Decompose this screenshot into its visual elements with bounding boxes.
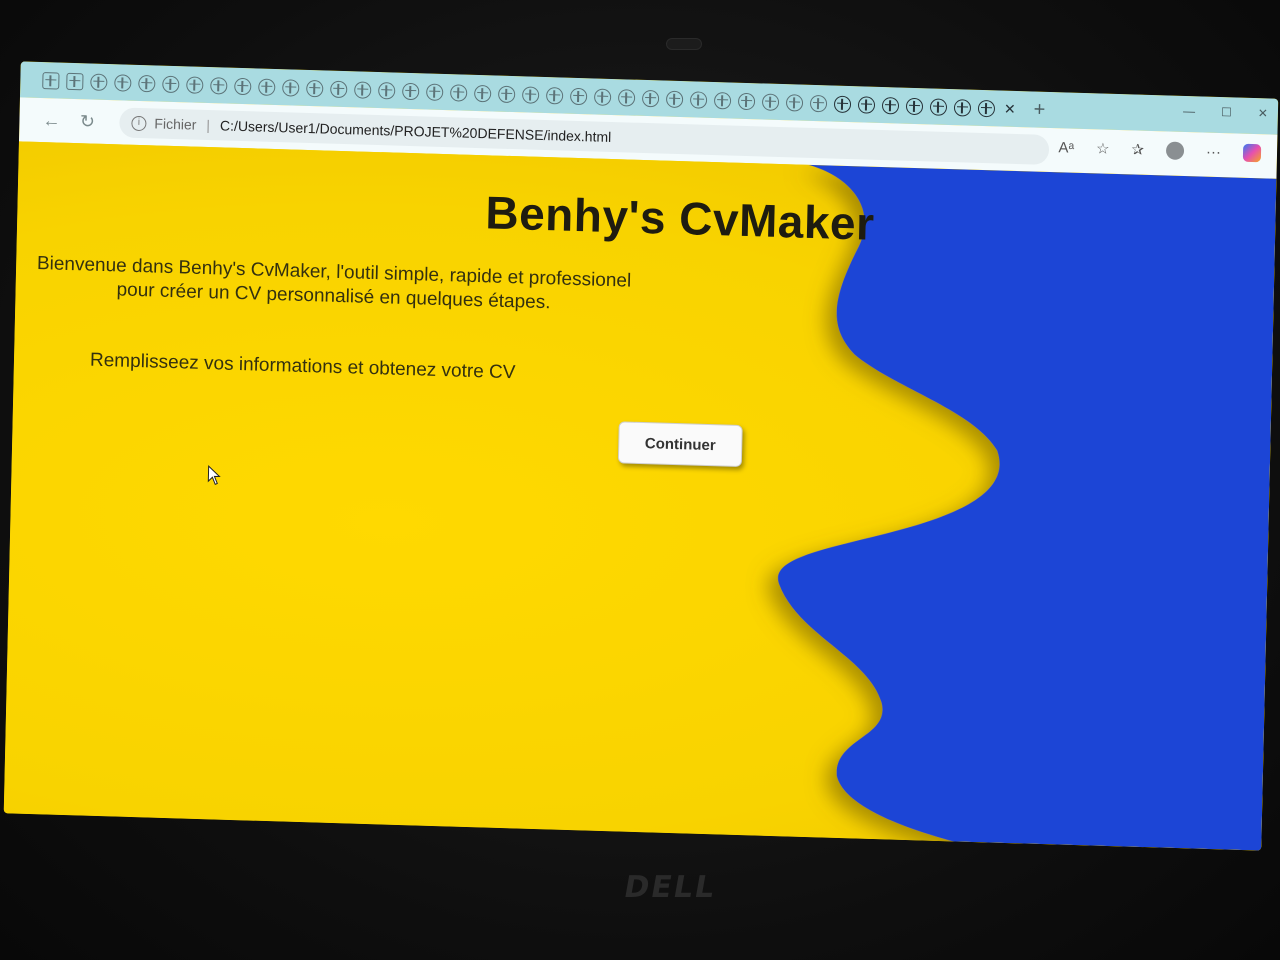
tab-favicon-icon[interactable] bbox=[450, 83, 468, 102]
url-text[interactable]: C:/Users/User1/Documents/PROJET%20DEFENS… bbox=[220, 117, 612, 145]
tab-favicon-icon[interactable] bbox=[809, 94, 828, 112]
tab-favicon-icon[interactable] bbox=[497, 85, 516, 103]
new-tab-icon[interactable]: + bbox=[1033, 98, 1045, 121]
copilot-icon[interactable] bbox=[1242, 143, 1262, 163]
tab-favicon-icon[interactable] bbox=[186, 75, 204, 94]
tab-favicon-icon[interactable] bbox=[713, 91, 732, 110]
tab-favicon-icon[interactable] bbox=[330, 80, 348, 98]
tab-favicon-icon[interactable] bbox=[378, 81, 396, 100]
tab-favicon-icon[interactable] bbox=[234, 77, 252, 95]
dell-logo: DELL bbox=[621, 870, 719, 905]
tab-favicon-icon[interactable] bbox=[114, 73, 132, 92]
web-page: Benhy's CvMaker Bienvenue dans Benhy's C… bbox=[3, 141, 1277, 851]
tab-favicon-icon[interactable] bbox=[977, 99, 996, 117]
tab-favicon-icon[interactable] bbox=[258, 77, 276, 96]
tab-favicon-icon[interactable] bbox=[737, 92, 756, 110]
tab-favicon-icon[interactable] bbox=[402, 82, 420, 100]
url-scheme-label: Fichier bbox=[154, 115, 197, 133]
tab-favicon-icon[interactable] bbox=[545, 86, 564, 105]
tab-actions-icon[interactable] bbox=[66, 72, 84, 90]
tab-favicon-icon[interactable] bbox=[426, 82, 444, 101]
tab-favicon-icon[interactable] bbox=[306, 79, 324, 97]
url-separator: | bbox=[206, 116, 211, 134]
favorites-icon[interactable]: ✰ bbox=[1131, 140, 1144, 158]
favorite-star-icon[interactable]: ☆ bbox=[1096, 139, 1110, 157]
tab-favicon-icon[interactable] bbox=[521, 85, 540, 104]
tab-favicon-icon[interactable] bbox=[90, 73, 108, 91]
page-title: Benhy's CvMaker bbox=[484, 186, 876, 250]
tab-favicon-icon[interactable] bbox=[593, 87, 612, 106]
tab-favicon-icon[interactable] bbox=[162, 75, 180, 93]
maximize-icon[interactable]: ☐ bbox=[1221, 105, 1232, 119]
tab-favicon-icon[interactable] bbox=[665, 90, 684, 108]
tab-favicon-icon[interactable] bbox=[617, 88, 636, 107]
tab-favicon-icon[interactable] bbox=[569, 87, 588, 105]
more-menu-icon[interactable]: ··· bbox=[1206, 143, 1221, 160]
tab-favicon-icon[interactable] bbox=[354, 80, 372, 99]
blue-wave-shape bbox=[777, 164, 1277, 851]
read-aloud-icon[interactable]: Aᵃ bbox=[1058, 139, 1074, 156]
close-tab-icon[interactable]: ✕ bbox=[1004, 100, 1016, 117]
tab-favicon-icon[interactable] bbox=[282, 78, 300, 97]
mouse-cursor-icon bbox=[207, 465, 221, 486]
tab-favicon-icon[interactable] bbox=[785, 93, 804, 112]
webcam bbox=[666, 38, 702, 50]
tab-favicon-icon[interactable] bbox=[857, 95, 876, 114]
tab-favicon-icon[interactable] bbox=[833, 95, 852, 113]
close-window-icon[interactable]: ✕ bbox=[1258, 106, 1268, 120]
window-controls: — ☐ ✕ bbox=[1183, 104, 1268, 121]
tab-favicon-icon[interactable] bbox=[953, 98, 972, 117]
laptop-screen: ✕ + — ☐ ✕ ← ↻ i Fichier | C:/Users/User1… bbox=[3, 61, 1279, 851]
tab-favicon-icon[interactable] bbox=[689, 90, 708, 109]
tab-favicon-icon[interactable] bbox=[761, 92, 780, 111]
continue-button[interactable]: Continuer bbox=[617, 421, 743, 467]
profile-avatar[interactable] bbox=[1165, 141, 1185, 160]
tab-favicon-icon[interactable] bbox=[138, 74, 156, 92]
tab-favicon-icon[interactable] bbox=[905, 97, 924, 115]
tab-favicon-icon[interactable] bbox=[210, 76, 228, 95]
tab-favicon-icon[interactable] bbox=[881, 96, 900, 115]
tab-favicon-icon[interactable] bbox=[474, 84, 492, 102]
site-info-icon[interactable]: i bbox=[131, 115, 147, 131]
back-icon[interactable]: ← bbox=[33, 109, 69, 131]
refresh-icon[interactable]: ↻ bbox=[69, 110, 105, 132]
workspaces-icon[interactable] bbox=[42, 71, 60, 90]
minimize-icon[interactable]: — bbox=[1183, 104, 1195, 118]
tab-favicon-icon[interactable] bbox=[641, 89, 660, 107]
tab-favicon-icon[interactable] bbox=[929, 97, 948, 116]
